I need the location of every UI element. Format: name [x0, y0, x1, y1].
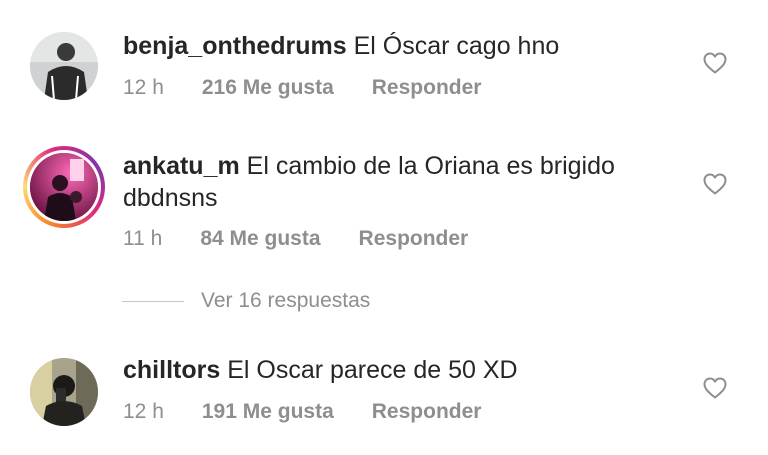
likes-count[interactable]: 191 Me gusta — [202, 398, 334, 426]
comment-meta: 11 h 84 Me gusta Responder — [123, 225, 468, 253]
comment-body: El Óscar cago hno — [346, 32, 560, 60]
comment-text: chilltors El Oscar parece de 50 XD — [123, 354, 663, 386]
story-ring[interactable] — [23, 146, 105, 228]
comment-text: benja_onthedrums El Óscar cago hno — [123, 30, 663, 62]
view-replies-label: Ver 16 respuestas — [201, 289, 371, 312]
comment-meta: 12 h 191 Me gusta Responder — [123, 398, 481, 426]
comment-username[interactable]: benja_onthedrums — [123, 32, 347, 60]
avatar[interactable] — [30, 358, 98, 426]
view-replies-button[interactable]: Ver 16 respuestas — [122, 287, 370, 315]
comment-username[interactable]: chilltors — [123, 356, 220, 384]
comment-meta: 12 h 216 Me gusta Responder — [123, 74, 481, 102]
replies-divider — [122, 300, 184, 302]
heart-icon[interactable] — [703, 173, 727, 195]
comment-time: 11 h — [123, 227, 163, 250]
likes-count[interactable]: 84 Me gusta — [200, 225, 320, 253]
comment-time: 12 h — [123, 400, 164, 423]
comment-time: 12 h — [123, 76, 164, 99]
heart-icon[interactable] — [703, 377, 727, 399]
reply-button[interactable]: Responder — [372, 74, 482, 102]
comment-body: El Oscar parece de 50 XD — [220, 356, 518, 384]
avatar[interactable] — [30, 32, 98, 100]
likes-count[interactable]: 216 Me gusta — [202, 74, 334, 102]
heart-icon[interactable] — [703, 52, 727, 74]
comment-username[interactable]: ankatu_m — [123, 152, 240, 180]
avatar[interactable] — [30, 153, 98, 221]
reply-button[interactable]: Responder — [372, 398, 482, 426]
comments-list: benja_onthedrums El Óscar cago hno 12 h 2… — [0, 0, 768, 455]
comment-text: ankatu_m El cambio de la Oriana es brigi… — [123, 150, 663, 214]
reply-button[interactable]: Responder — [359, 225, 469, 253]
